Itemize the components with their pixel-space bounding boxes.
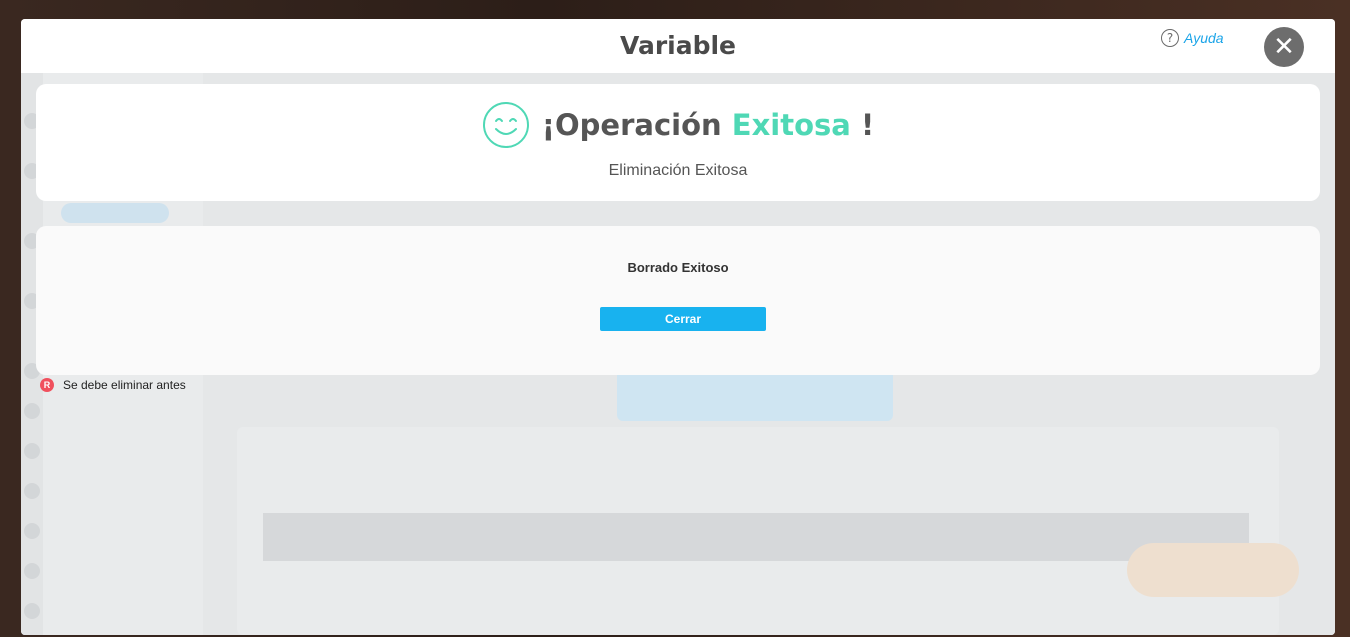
success-heading-suffix: ! (850, 108, 875, 142)
warning-text: Se debe eliminar antes (63, 378, 186, 392)
warning-badge-icon: R (40, 378, 54, 392)
smiley-icon (482, 102, 529, 148)
message-text: Borrado Exitoso (627, 260, 729, 275)
rail-icon (24, 443, 40, 459)
rail-icon (24, 403, 40, 419)
cerrar-button[interactable]: Cerrar (600, 307, 766, 331)
rail-icon (24, 523, 40, 539)
success-heading: ¡Operación Exitosa ! (542, 108, 874, 142)
modal-header: Variable ? Ayuda ✕ (21, 19, 1335, 73)
help-link[interactable]: ? Ayuda (1161, 28, 1224, 48)
underlying-create-button (1127, 543, 1299, 597)
rail-icon (24, 603, 40, 619)
warning-note: R Se debe eliminar antes (40, 377, 186, 393)
underlying-search-button (617, 369, 893, 421)
variable-modal: Variable ? Ayuda ✕ ¡Operación Exitosa ! … (21, 19, 1335, 635)
success-banner: ¡Operación Exitosa ! Eliminación Exitosa (36, 84, 1320, 201)
success-heading-row: ¡Operación Exitosa ! (36, 100, 1320, 150)
rail-icon (24, 563, 40, 579)
message-dialog: Borrado Exitoso Cerrar (36, 226, 1320, 375)
close-button[interactable]: ✕ (1264, 27, 1304, 67)
close-icon: ✕ (1273, 32, 1295, 62)
help-icon: ? (1161, 29, 1179, 47)
rail-icon (24, 483, 40, 499)
success-subtitle: Eliminación Exitosa (608, 162, 748, 179)
underlying-table-header (263, 513, 1249, 561)
modal-title: Variable (619, 31, 737, 60)
success-heading-prefix: ¡Operación (541, 108, 732, 142)
success-heading-accent: Exitosa (731, 108, 851, 142)
underlying-active-pill (61, 203, 169, 223)
help-label: Ayuda (1184, 30, 1224, 46)
